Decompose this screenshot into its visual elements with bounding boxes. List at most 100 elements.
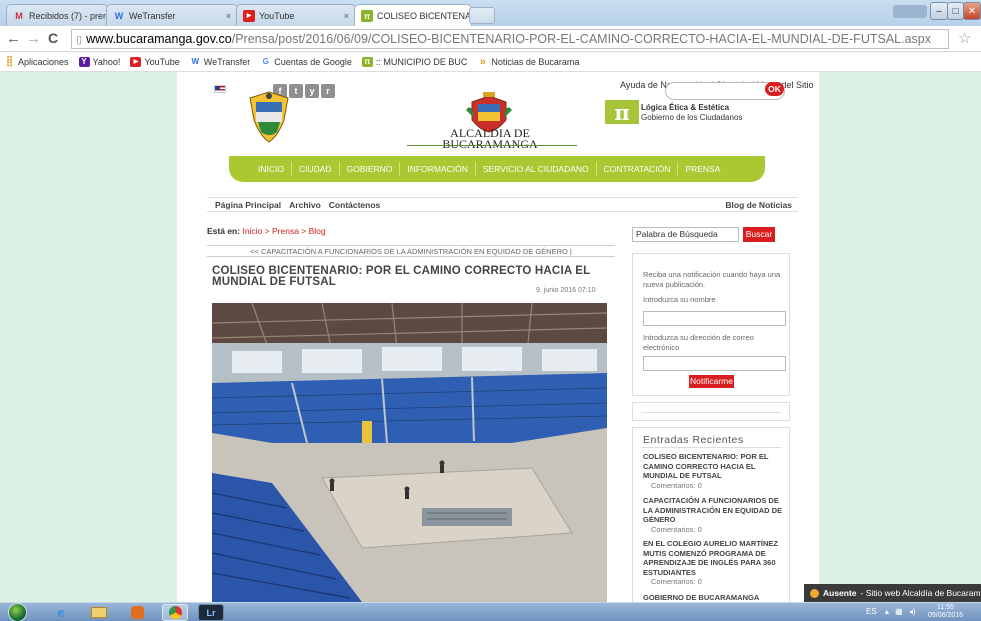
youtube-icon: ▶ [130,56,142,67]
site-favicon-icon: π [361,56,373,67]
recent-posts-heading: Entradas Recientes [643,434,744,446]
bookmark-apps[interactable]: ⣿ Aplicaciones [4,56,69,67]
bookmark-yahoo[interactable]: Y Yahoo! [78,56,120,67]
system-tray: ES ▴ ▦ ◂) [866,607,916,616]
url-path: /Prensa/post/2016/06/09/COLISEO-BICENTEN… [231,32,931,46]
reload-icon[interactable]: C [48,30,58,46]
close-icon[interactable]: × [344,11,349,21]
bookmark-noticias[interactable]: » Noticias de Bucarama [477,55,580,68]
blog-search-input[interactable]: Palabra de Búsqueda [632,227,739,242]
nav-servicio-ciudadano[interactable]: SERVICIO AL CIUDADANO [474,162,596,176]
bookmarks-bar: ⣿ Aplicaciones Y Yahoo! ▶ YouTube W WeTransf… [0,52,981,72]
post-date: 9. junio 2016 07:10 [536,287,596,294]
status-away-icon [810,588,819,598]
site-favicon-icon: π [361,10,373,22]
rss-icon[interactable]: r [321,84,335,98]
file-explorer-icon[interactable] [86,604,112,621]
user-profile-badge[interactable] [893,5,927,18]
bookmark-wetransfer[interactable]: W WeTransfer [190,57,250,67]
media-player-icon[interactable] [124,604,150,621]
apps-icon: ⣿ [5,56,14,67]
previous-post-link[interactable]: << CAPACITACIÓN A FUNCIONARIOS DE LA ADM… [207,245,615,257]
nav-inicio[interactable]: INICIO [251,162,291,176]
chrome-icon[interactable] [162,604,188,621]
youtube-icon[interactable]: y [305,84,319,98]
recent-posts-box: Entradas Recientes COLISEO BICENTENARIO:… [632,427,790,602]
colombia-coat-of-arms-icon [249,91,289,143]
back-arrow-icon[interactable]: ← [6,30,21,47]
browser-tab-bar: M Recibidos (7) - prensaalca × W WeTrans… [0,0,981,27]
notificarme-button[interactable]: Notificarme [689,375,734,388]
tab-gmail[interactable]: M Recibidos (7) - prensaalca × [6,4,108,26]
chat-status-notification[interactable]: Ausente - Sitio web Alcaldía de Bucaram.… [804,584,981,602]
page-icon: ▯ [76,33,83,46]
gmail-icon: M [15,10,23,21]
alcaldia-title: ALCALDIA DE BUCARAMANGA [442,126,538,151]
email-field[interactable] [643,356,786,371]
lightroom-icon[interactable]: Lr [198,604,224,621]
yahoo-icon: Y [78,56,90,67]
buscar-button[interactable]: Buscar [743,227,775,242]
internet-explorer-icon[interactable]: e [48,604,74,621]
system-clock[interactable]: 11:55 09/06/2016 [928,604,963,620]
tab-wetransfer[interactable]: W WeTransfer × [106,4,238,26]
logica-tagline: Lógica Ética & Estética Gobierno de los … [641,103,743,122]
main-navigation: INICIO CIUDAD GOBIERNO INFORMACIÓN SERVI… [229,156,765,182]
breadcrumb: Está en: Inicio > Prensa > Blog [207,226,326,236]
empty-widget-box [632,402,790,421]
bookmark-municipio[interactable]: π:: MUNICIPIO DE BUC [361,56,467,67]
tab-label: Recibidos (7) - prensaalca [29,10,107,21]
post-title: COLISEO BICENTENARIO: POR EL CAMINO CORR… [212,265,591,288]
chevrons-icon: » [479,55,486,68]
window-close-icon[interactable]: ✕ [963,2,981,20]
subnav-blog-de-noticias[interactable]: Blog de Noticias [725,200,792,210]
bookmark-google[interactable]: G Cuentas de Google [260,57,352,67]
youtube-icon: ▶ [243,9,255,22]
coliseo-construction-photo [212,303,607,602]
english-flag-icon[interactable] [214,85,226,93]
tab-coliseo[interactable]: π COLISEO BICENTENARIO × [354,4,472,27]
maximize-icon[interactable]: □ [947,2,964,20]
address-bar[interactable]: ▯ www.bucaramanga.gov.co/Prensa/post/201… [71,29,949,49]
bookmark-star-icon[interactable]: ☆ [958,29,971,47]
forward-arrow-icon[interactable]: → [26,30,41,47]
site-search-ok-button[interactable]: OK [765,82,784,96]
close-icon[interactable]: × [226,11,231,21]
nav-contratacion[interactable]: CONTRATACIÓN [595,162,678,176]
tray-expand-icon[interactable]: ▴ [885,607,889,616]
tab-label: WeTransfer [129,10,176,21]
nav-prensa[interactable]: PRENSA [677,162,727,176]
network-icon[interactable]: ▦ [895,607,903,616]
volume-icon[interactable]: ◂) [909,607,916,616]
breadcrumb-path[interactable]: Inicio > Prensa > Blog [242,226,325,236]
nav-informacion[interactable]: INFORMACIÓN [399,162,474,176]
recent-post-item[interactable]: COLISEO BICENTENARIO: POR EL CAMINO CORR… [643,452,788,490]
minimize-icon[interactable]: – [930,2,948,20]
tab-youtube[interactable]: ▶ YouTube × [236,4,356,26]
bookmark-youtube[interactable]: ▶ YouTube [130,56,180,67]
divider [407,145,577,146]
name-field[interactable] [643,311,786,326]
divider [641,447,781,448]
subnav-pagina-principal[interactable]: Página Principal [215,200,281,210]
logica-pi-logo: π [605,100,639,125]
url-host: www.bucaramanga.gov.co [86,32,232,46]
windows-taskbar: e Lr ES ▴ ▦ ◂) 11:55 09/06/2016 [0,602,981,621]
email-label: Introduzca su dirección de correo electr… [643,333,754,352]
name-label: Introduzca su nombre [643,295,716,304]
nav-ciudad[interactable]: CIUDAD [290,162,339,176]
subnav-contactenos[interactable]: Contáctenos [329,200,380,210]
wetransfer-icon: W [191,57,200,66]
tab-label: COLISEO BICENTENARIO [377,11,472,21]
tab-label: YouTube [259,10,295,21]
recent-post-item[interactable]: CAPACITACIÓN A FUNCIONARIOS DE LA ADMINI… [643,496,788,534]
nav-gobierno[interactable]: GOBIERNO [338,162,400,176]
new-tab-button[interactable] [469,7,495,24]
recent-post-item[interactable]: EN EL COLEGIO AURELIO MARTÍNEZ MUTIS COM… [643,539,788,587]
google-icon: G [262,57,269,66]
start-button-icon[interactable] [8,603,27,621]
browser-toolbar: ← → C ▯ www.bucaramanga.gov.co/Prensa/po… [0,26,981,52]
subnav-archivo[interactable]: Archivo [289,200,321,210]
blog-sub-navigation: Página Principal Archivo Contáctenos Blo… [207,197,798,212]
subscribe-text: Reciba una notificación cuando haya una … [643,270,781,289]
